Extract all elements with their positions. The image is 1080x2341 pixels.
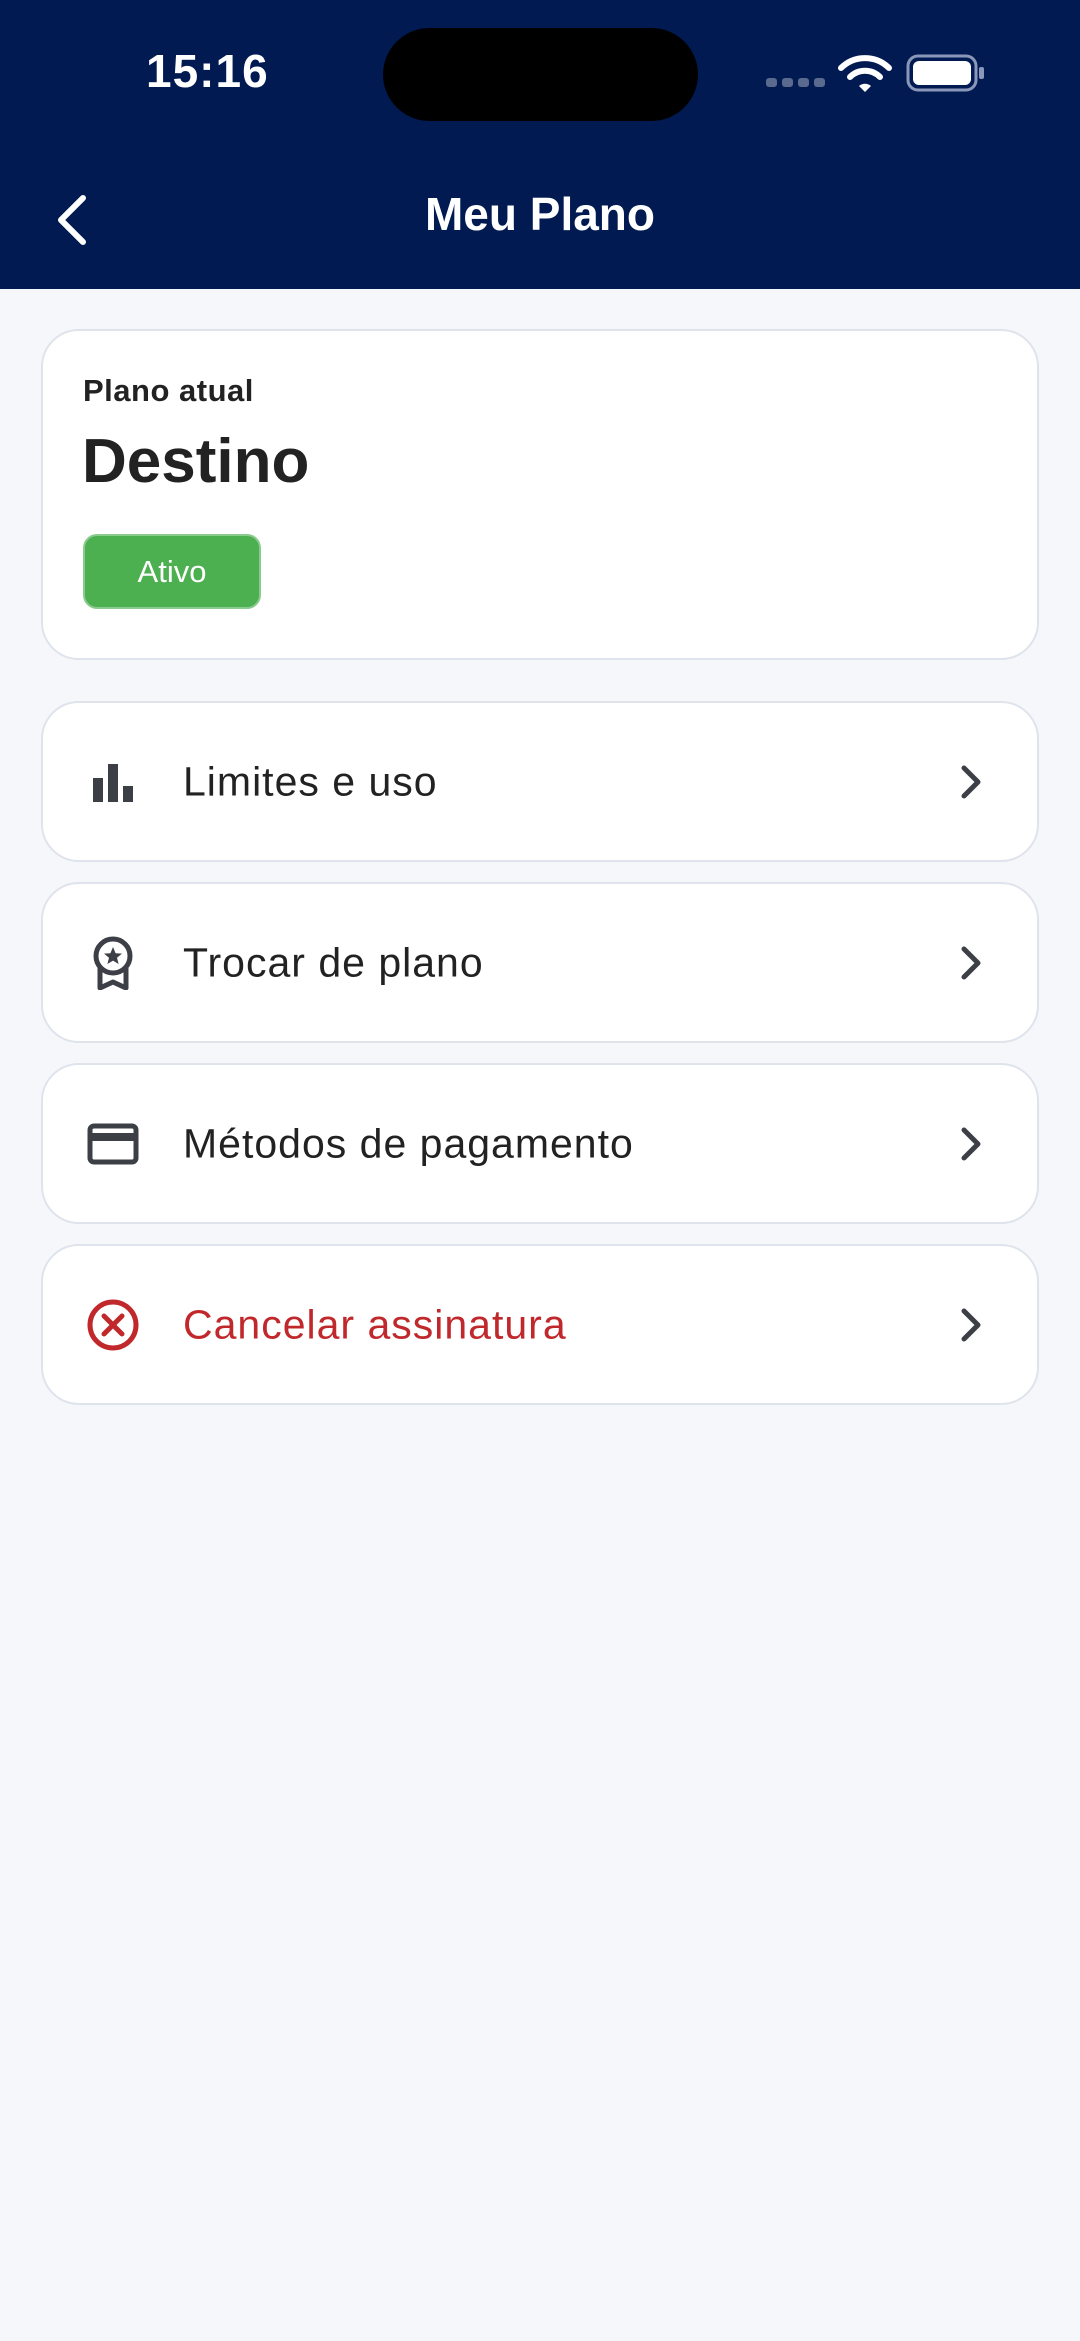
menu-item-label: Métodos de pagamento (183, 1120, 634, 1166)
chevron-right-icon (961, 1308, 981, 1341)
status-bar-time: 15:16 (146, 45, 269, 97)
menu-item-label: Trocar de plano (183, 939, 484, 985)
menu-item-label: Cancelar assinatura (183, 1301, 567, 1347)
credit-card-icon (83, 1114, 143, 1174)
bar-chart-icon (83, 752, 143, 812)
app-header: 15:16 Meu Plano (0, 0, 1080, 289)
plan-label: Plano atual (83, 373, 254, 408)
plan-name: Destino (82, 427, 310, 496)
menu-item-label: Limites e uso (183, 758, 438, 804)
status-badge: Ativo (83, 534, 261, 609)
menu-item-payment-methods[interactable]: Métodos de pagamento (41, 1063, 1039, 1224)
menu-item-cancel-subscription[interactable]: Cancelar assinatura (41, 1244, 1039, 1405)
wifi-icon (838, 55, 892, 92)
award-badge-icon (83, 933, 143, 993)
page-title: Meu Plano (424, 188, 656, 240)
current-plan-card: Plano atual Destino Ativo (41, 329, 1039, 660)
cancel-circle-icon (83, 1295, 143, 1355)
chevron-right-icon (961, 765, 981, 798)
chevron-right-icon (961, 946, 981, 979)
menu-item-limits-usage[interactable]: Limites e uso (41, 701, 1039, 862)
chevron-right-icon (961, 1127, 981, 1160)
battery-icon (906, 54, 984, 92)
dynamic-island (383, 28, 698, 121)
menu-item-change-plan[interactable]: Trocar de plano (41, 882, 1039, 1043)
